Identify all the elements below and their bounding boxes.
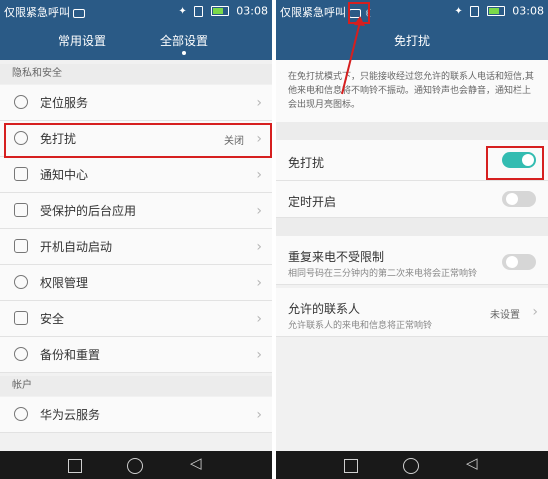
chevron-right-icon: › [532,304,538,320]
setting-description: 相同号码在三分钟内的第二次来电将会正常响铃 [288,269,478,279]
group-divider [276,218,548,236]
location-pin-icon [14,95,28,109]
setting-label: 重复来电不受限制 [288,250,385,264]
list-item-backup[interactable]: 备份和重置 › [0,337,272,373]
navigation-bar: ◁ [0,451,272,479]
back-button[interactable]: ◁ [466,456,482,472]
item-label: 权限管理 [40,276,89,290]
setting-row-allowed-contacts[interactable]: 允许的联系人 允许联系人的来电和信息将正常响铃 未设置 › [276,288,548,337]
recent-apps-button[interactable] [344,459,358,473]
navigation-bar: ◁ [276,451,548,479]
setting-label: 免打扰 [288,156,325,170]
cloud-icon [14,407,28,421]
setting-description: 允许联系人的来电和信息将正常响铃 [288,321,433,331]
header: 仅限紧急呼叫 ☾ ✦ 03:08 免打扰 [276,0,548,60]
annotation-arrow [341,16,365,95]
lock-icon [14,311,28,325]
carrier-text: 仅限紧急呼叫 [4,6,70,19]
do-not-disturb-screen: 仅限紧急呼叫 ☾ ✦ 03:08 免打扰 在免打扰模式下，只能接收经过您允许的联系… [276,0,548,479]
chevron-right-icon: › [256,203,262,219]
list-item-auto-start[interactable]: 开机自动启动 › [0,229,272,265]
clock: 03:08 [512,4,544,18]
tab-all-settings[interactable]: 全部设置 [160,32,208,49]
battery-icon [486,6,505,16]
group-divider [276,122,548,140]
item-label: 定位服务 [40,96,89,110]
home-button[interactable] [403,458,419,474]
setting-value: 未设置 [490,310,520,321]
home-button[interactable] [127,458,143,474]
setting-label: 允许的联系人 [288,302,361,316]
signal-icon: ✦ [454,5,463,17]
chevron-right-icon: › [256,407,262,423]
header: 仅限紧急呼叫 ✦ 03:08 常用设置 全部设置 [0,0,272,60]
schedule-toggle[interactable] [502,191,536,207]
notification-tray-icon [14,167,28,181]
tab-common-settings[interactable]: 常用设置 [58,32,106,49]
sim-icon [194,5,204,17]
message-icon [73,8,85,18]
recent-apps-button[interactable] [68,459,82,473]
description-card: 在免打扰模式下，只能接收经过您允许的联系人电话和短信,其他来电和信息将不响铃不振… [276,60,548,122]
setting-label: 定时开启 [288,195,337,209]
setting-row-repeat-calls[interactable]: 重复来电不受限制 相同号码在三分钟内的第二次来电将会正常响铃 [276,236,548,285]
item-label: 受保护的后台应用 [40,204,137,218]
chevron-right-icon: › [256,311,262,327]
carrier-text: 仅限紧急呼叫 [280,6,346,19]
permission-icon [14,275,28,289]
list-item-protected-apps[interactable]: 受保护的后台应用 › [0,193,272,229]
chevron-right-icon: › [256,275,262,291]
item-label: 华为云服务 [40,408,101,422]
chevron-right-icon: › [256,95,262,111]
active-tab-indicator [182,51,186,55]
highlight-box [4,123,272,158]
item-label: 通知中心 [40,168,89,182]
highlight-box [486,146,544,180]
item-label: 备份和重置 [40,348,101,362]
apps-grid-icon [14,203,28,217]
list-item-security[interactable]: 安全 › [0,301,272,337]
backup-icon [14,347,28,361]
sim-icon [470,5,480,17]
chevron-right-icon: › [256,167,262,183]
battery-icon [210,6,229,16]
status-bar: 仅限紧急呼叫 ☾ ✦ 03:08 [276,0,548,22]
clock: 03:08 [236,4,268,18]
settings-screen: 仅限紧急呼叫 ✦ 03:08 常用设置 全部设置 隐私和安全 定位服务 › 免打扰… [0,0,272,479]
status-bar: 仅限紧急呼叫 ✦ 03:08 [0,0,272,22]
description-text: 在免打扰模式下，只能接收经过您允许的联系人电话和短信,其他来电和信息将不响铃不振… [288,72,534,110]
item-label: 安全 [40,312,65,326]
list-item-permissions[interactable]: 权限管理 › [0,265,272,301]
list-item-notifications[interactable]: 通知中心 › [0,157,272,193]
startup-icon [14,239,28,253]
chevron-right-icon: › [256,347,262,363]
item-label: 开机自动启动 [40,240,113,254]
section-header: 隐私和安全 [0,64,272,84]
back-button[interactable]: ◁ [190,456,206,472]
setting-row-schedule[interactable]: 定时开启 [276,181,548,218]
repeat-calls-toggle[interactable] [502,254,536,270]
chevron-right-icon: › [256,239,262,255]
list-item-location[interactable]: 定位服务 › [0,85,272,121]
page-title: 免打扰 [393,34,430,48]
signal-icon: ✦ [178,5,187,17]
list-item-cloud[interactable]: 华为云服务 › [0,397,272,433]
section-header: 帐户 [0,376,272,396]
